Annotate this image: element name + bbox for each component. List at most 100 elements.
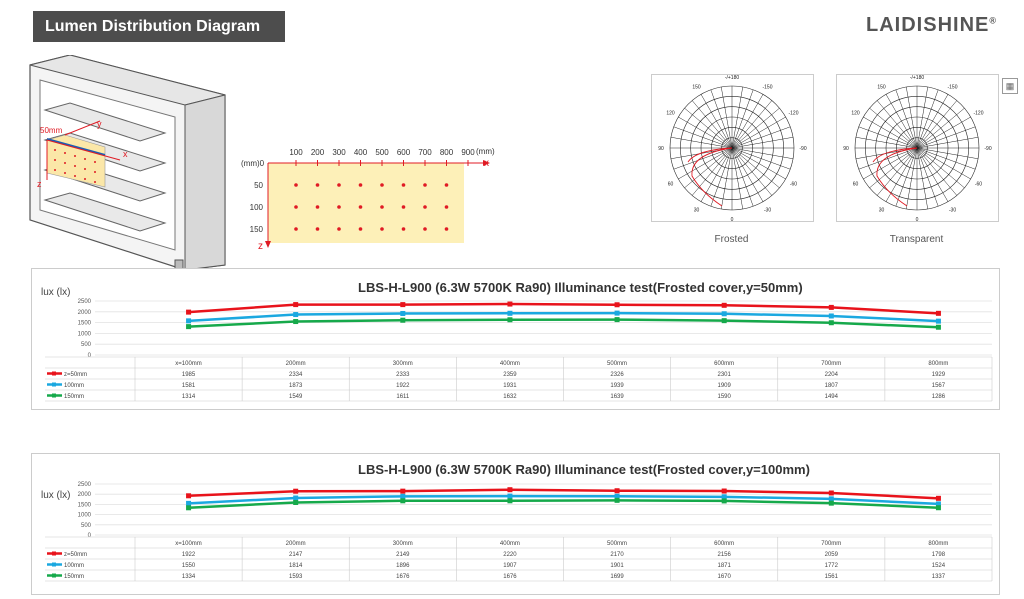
grid-measure-point <box>380 205 384 209</box>
series-point <box>186 318 192 324</box>
table-header-cell: 200mm <box>286 541 306 547</box>
brand-registered: ® <box>989 15 997 26</box>
series-point <box>507 301 513 307</box>
grid-measure-point <box>401 205 406 209</box>
table-value-cell: 2170 <box>610 552 624 558</box>
polar-angle-label: 150 <box>692 85 701 91</box>
legend-label: 150mm <box>64 394 84 400</box>
table-value-cell: 2333 <box>396 372 410 378</box>
series-point <box>507 498 513 504</box>
series-point <box>186 500 192 506</box>
series-point <box>935 505 941 511</box>
series-point <box>186 309 192 315</box>
table-header-cell: 700mm <box>821 361 841 367</box>
table-value-cell: 1590 <box>718 394 732 400</box>
table-header-cell: x=100mm <box>175 361 202 367</box>
series-point <box>935 310 941 316</box>
grid-x-tick-label: 800 <box>440 148 454 157</box>
grid-measure-point <box>423 183 427 187</box>
qr-code-icon[interactable]: ▦ <box>1002 78 1018 94</box>
table-value-cell: 1494 <box>825 394 839 400</box>
grid-x-tick-label: 700 <box>418 148 432 157</box>
series-point <box>400 498 406 504</box>
chart-ytick-label: 2500 <box>78 299 92 305</box>
grid-measure-point <box>358 183 363 187</box>
series-point <box>721 488 727 494</box>
series-point <box>828 320 834 326</box>
table-value-cell: 1798 <box>932 552 946 558</box>
table-value-cell: 1314 <box>182 394 196 400</box>
grid-measure-point <box>358 227 363 231</box>
grid-measure-point <box>423 205 427 209</box>
table-value-cell: 1632 <box>503 394 517 400</box>
table-header-cell: 800mm <box>928 361 948 367</box>
grid-measure-point <box>337 183 341 187</box>
polar-angle-label: -60 <box>790 182 797 188</box>
table-value-cell: 1873 <box>289 383 303 389</box>
series-point <box>935 495 941 501</box>
series-point <box>186 324 192 330</box>
table-header-cell: 400mm <box>500 361 520 367</box>
cabinet-label-y: y <box>97 119 102 129</box>
series-point <box>400 302 406 308</box>
legend-swatch-marker <box>52 562 56 567</box>
grid-x-tick-label: 300 <box>332 148 346 157</box>
table-value-cell: 1896 <box>396 563 410 569</box>
table-header-cell: 400mm <box>500 541 520 547</box>
series-point <box>828 313 834 319</box>
polar-caption-transparent: Transparent <box>889 234 944 245</box>
series-point <box>828 490 834 496</box>
series-point <box>935 318 941 324</box>
polar-angle-label: -30 <box>764 207 771 213</box>
grid-measure-point <box>380 183 384 187</box>
polar-angle-label: -60 <box>975 182 982 188</box>
table-value-cell: 1909 <box>718 383 732 389</box>
table-header-cell: x=100mm <box>175 541 202 547</box>
polar-angle-label: 30 <box>879 207 885 213</box>
table-value-cell: 1814 <box>289 563 303 569</box>
legend-swatch-marker <box>52 551 56 556</box>
series-line-2 <box>188 318 939 329</box>
table-value-cell: 1337 <box>932 574 946 580</box>
table-value-cell: 1931 <box>503 383 517 389</box>
table-value-cell: 1334 <box>182 574 196 580</box>
polar-panel-transparent: -/+180 150 120 90 60 30 0 -30 -60 -90 -120 -150 <box>836 74 999 223</box>
table-value-cell: 2149 <box>396 552 410 558</box>
table-header-cell: 300mm <box>393 361 413 367</box>
table-value-cell: 1593 <box>289 574 303 580</box>
chart-ytick-label: 0 <box>88 533 92 539</box>
series-point <box>828 496 834 502</box>
grid-measure-point <box>423 227 427 231</box>
grid-measure-point <box>337 205 341 209</box>
table-value-cell: 2301 <box>718 372 732 378</box>
series-point <box>828 500 834 506</box>
grid-measure-point <box>444 205 449 209</box>
grid-y-tick-label: 50 <box>254 181 263 190</box>
illuminance-chart-1: LBS-H-L900 (6.3W 5700K Ra90) Illuminance… <box>31 268 1000 410</box>
table-header-cell: 500mm <box>607 361 627 367</box>
table-value-cell: 1699 <box>610 574 624 580</box>
chart-2-plot: 2500 2000 1500 1000 500 0 x=100mm 200mm 300mm 400… <box>45 482 993 582</box>
series-point <box>293 312 299 318</box>
polar-angle-label: -/+180 <box>910 75 925 81</box>
grid-measure-point <box>401 227 406 231</box>
series-point <box>400 488 406 494</box>
illuminance-chart-2: LBS-H-L900 (6.3W 5700K Ra90) Illuminance… <box>31 453 1000 595</box>
grid-x-tick-label: 500 <box>375 148 389 157</box>
grid-measure-point <box>294 183 298 187</box>
table-value-cell: 2326 <box>610 372 624 378</box>
grid-x-axis-label: x <box>484 158 489 169</box>
cabinet-label-x: x <box>123 149 128 159</box>
chart-ytick-label: 1000 <box>78 331 92 337</box>
table-value-cell: 1922 <box>182 552 196 558</box>
series-point <box>293 319 299 325</box>
series-point <box>507 493 513 499</box>
polar-angle-label: 150 <box>877 85 886 91</box>
series-point <box>828 304 834 310</box>
polar-angle-label: -120 <box>973 111 983 117</box>
series-point <box>293 500 299 506</box>
series-point <box>721 302 727 308</box>
chart-ytick-label: 1500 <box>78 321 92 327</box>
grid-measure-point <box>358 205 363 209</box>
grid-x-tick-label: 600 <box>397 148 411 157</box>
